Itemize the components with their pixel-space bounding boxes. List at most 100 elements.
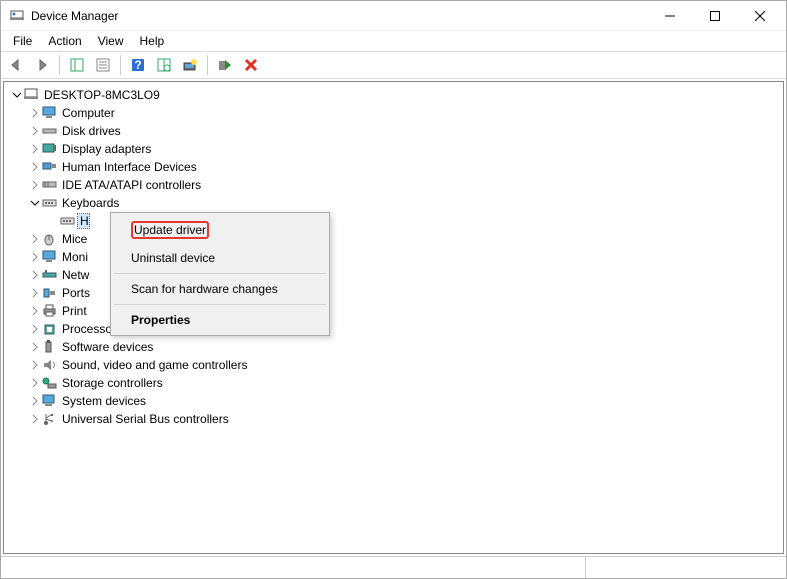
node-display-adapters[interactable]: Display adapters bbox=[6, 140, 781, 158]
status-cell bbox=[586, 557, 786, 578]
keyboard-icon bbox=[42, 196, 58, 210]
enable-device-button[interactable] bbox=[213, 53, 237, 77]
menu-file[interactable]: File bbox=[5, 32, 40, 50]
node-disk-drives[interactable]: Disk drives bbox=[6, 122, 781, 140]
chevron-down-icon[interactable] bbox=[28, 196, 42, 210]
monitor-icon bbox=[42, 250, 58, 264]
node-label: Display adapters bbox=[60, 142, 151, 156]
update-driver-button[interactable] bbox=[178, 53, 202, 77]
toolbar-sep bbox=[120, 55, 121, 75]
cm-sep bbox=[114, 304, 326, 305]
minimize-button[interactable] bbox=[647, 2, 692, 30]
chevron-right-icon[interactable] bbox=[28, 394, 42, 408]
menu-view[interactable]: View bbox=[90, 32, 132, 50]
node-keyboards[interactable]: Keyboards bbox=[6, 194, 781, 212]
chevron-right-icon[interactable] bbox=[28, 304, 42, 318]
cpu-icon bbox=[42, 322, 58, 336]
chevron-down-icon[interactable] bbox=[10, 88, 24, 102]
monitor-icon bbox=[42, 106, 58, 120]
chevron-right-icon[interactable] bbox=[28, 286, 42, 300]
chevron-right-icon[interactable] bbox=[28, 106, 42, 120]
help-button[interactable]: ? bbox=[126, 53, 150, 77]
device-manager-window: Device Manager File Action View Help bbox=[0, 0, 787, 579]
chevron-right-icon[interactable] bbox=[28, 124, 42, 138]
chevron-right-icon[interactable] bbox=[28, 322, 42, 336]
node-label: Netw bbox=[60, 268, 89, 282]
close-button[interactable] bbox=[737, 2, 782, 30]
status-cell bbox=[1, 557, 586, 578]
node-label: Moni bbox=[60, 250, 88, 264]
node-label: Human Interface Devices bbox=[60, 160, 197, 174]
node-label: Sound, video and game controllers bbox=[60, 358, 247, 372]
node-label: IDE ATA/ATAPI controllers bbox=[60, 178, 201, 192]
cm-update-driver[interactable]: Update driver bbox=[113, 215, 327, 245]
toolbar: ? bbox=[1, 51, 786, 79]
hid-icon bbox=[42, 160, 58, 174]
forward-button[interactable] bbox=[30, 53, 54, 77]
node-software-devices[interactable]: Software devices bbox=[6, 338, 781, 356]
device-tree-panel[interactable]: DESKTOP-8MC3LO9 Computer Disk drives Dis… bbox=[3, 81, 784, 554]
node-label: DESKTOP-8MC3LO9 bbox=[42, 88, 160, 102]
node-label: Universal Serial Bus controllers bbox=[60, 412, 229, 426]
menu-action[interactable]: Action bbox=[40, 32, 89, 50]
node-ide[interactable]: IDE ATA/ATAPI controllers bbox=[6, 176, 781, 194]
window-controls bbox=[647, 2, 782, 30]
chevron-right-icon[interactable] bbox=[28, 358, 42, 372]
chevron-right-icon[interactable] bbox=[28, 160, 42, 174]
storage-icon bbox=[42, 376, 58, 390]
node-computer[interactable]: Computer bbox=[6, 104, 781, 122]
highlight-annotation: Update driver bbox=[131, 221, 209, 239]
properties-button[interactable] bbox=[91, 53, 115, 77]
window-title: Device Manager bbox=[31, 9, 647, 23]
chevron-right-icon[interactable] bbox=[28, 340, 42, 354]
node-label: H bbox=[78, 214, 89, 228]
disk-icon bbox=[42, 124, 58, 138]
usb-icon bbox=[42, 412, 58, 426]
node-system[interactable]: System devices bbox=[6, 392, 781, 410]
menu-help[interactable]: Help bbox=[132, 32, 173, 50]
cm-properties[interactable]: Properties bbox=[113, 307, 327, 333]
scan-hardware-button[interactable] bbox=[152, 53, 176, 77]
node-label: Disk drives bbox=[60, 124, 121, 138]
node-label: Ports bbox=[60, 286, 90, 300]
svg-text:?: ? bbox=[134, 58, 141, 72]
cm-scan-hardware[interactable]: Scan for hardware changes bbox=[113, 276, 327, 302]
back-button[interactable] bbox=[4, 53, 28, 77]
app-icon bbox=[9, 8, 25, 24]
node-label: Computer bbox=[60, 106, 115, 120]
node-usb[interactable]: Universal Serial Bus controllers bbox=[6, 410, 781, 428]
root-node[interactable]: DESKTOP-8MC3LO9 bbox=[6, 86, 781, 104]
node-label: Mice bbox=[60, 232, 87, 246]
maximize-button[interactable] bbox=[692, 2, 737, 30]
chevron-right-icon[interactable] bbox=[28, 142, 42, 156]
context-menu: Update driver Uninstall device Scan for … bbox=[110, 212, 330, 336]
node-storage[interactable]: Storage controllers bbox=[6, 374, 781, 392]
node-label: System devices bbox=[60, 394, 146, 408]
cm-uninstall-device[interactable]: Uninstall device bbox=[113, 245, 327, 271]
ports-icon bbox=[42, 286, 58, 300]
node-label: Software devices bbox=[60, 340, 153, 354]
chevron-right-icon[interactable] bbox=[28, 250, 42, 264]
menu-bar: File Action View Help bbox=[1, 31, 786, 51]
show-hide-tree-button[interactable] bbox=[65, 53, 89, 77]
keyboard-icon bbox=[60, 214, 76, 228]
chevron-right-icon[interactable] bbox=[28, 268, 42, 282]
node-label: Keyboards bbox=[60, 196, 119, 210]
network-icon bbox=[42, 268, 58, 282]
node-sound[interactable]: Sound, video and game controllers bbox=[6, 356, 781, 374]
cm-sep bbox=[114, 273, 326, 274]
node-hid[interactable]: Human Interface Devices bbox=[6, 158, 781, 176]
spacer bbox=[46, 214, 60, 228]
node-label: Storage controllers bbox=[60, 376, 163, 390]
status-bar bbox=[1, 556, 786, 578]
chevron-right-icon[interactable] bbox=[28, 232, 42, 246]
chevron-right-icon[interactable] bbox=[28, 376, 42, 390]
uninstall-device-button[interactable] bbox=[239, 53, 263, 77]
chevron-right-icon[interactable] bbox=[28, 412, 42, 426]
ide-icon bbox=[42, 178, 58, 192]
computer-icon bbox=[24, 88, 40, 102]
toolbar-sep bbox=[207, 55, 208, 75]
title-bar: Device Manager bbox=[1, 1, 786, 31]
speaker-icon bbox=[42, 358, 58, 372]
chevron-right-icon[interactable] bbox=[28, 178, 42, 192]
